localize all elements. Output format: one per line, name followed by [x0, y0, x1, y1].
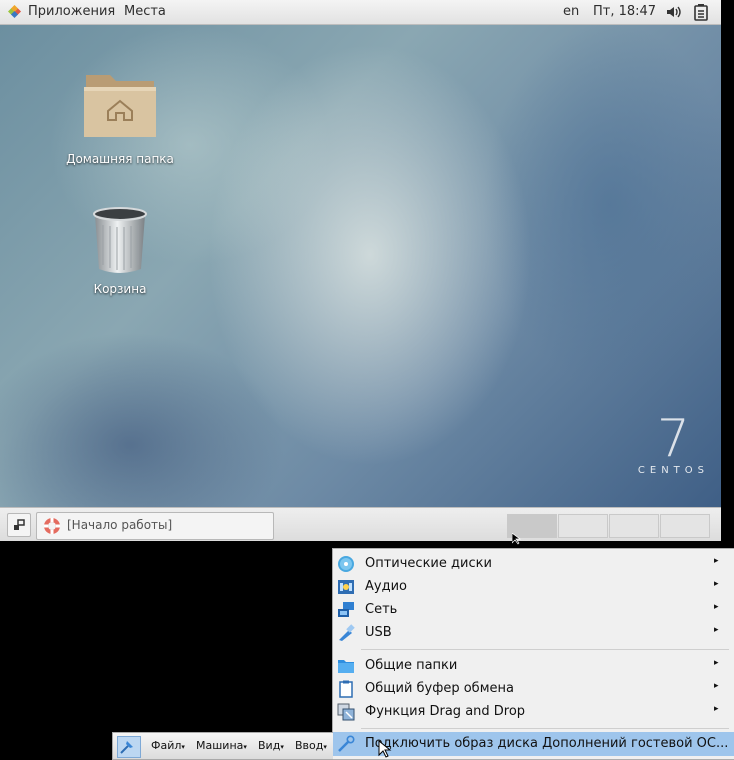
lifebuoy-icon — [44, 518, 60, 534]
desktop-icon-label: Корзина — [93, 282, 147, 296]
submenu-arrow-icon: ▸ — [714, 658, 719, 668]
desktop-icon-home[interactable]: Домашняя папка — [60, 65, 180, 166]
menu-machine[interactable]: Машина▾ — [196, 739, 247, 752]
menu-item-label: Сеть — [365, 602, 398, 617]
workspace-2[interactable] — [558, 514, 608, 538]
menu-item-drag-and-drop[interactable]: Функция Drag and Drop ▸ — [333, 700, 734, 723]
drag-drop-icon — [337, 703, 355, 721]
guest-additions-icon — [338, 735, 355, 752]
menu-item-audio[interactable]: Аудио ▸ — [333, 575, 734, 598]
menu-item-label: USB — [365, 625, 392, 640]
gnome-top-bar: Приложения Места en Пт, 18:47 — [0, 0, 721, 25]
workspace-4[interactable] — [660, 514, 710, 538]
optical-disc-icon — [338, 556, 354, 572]
menu-item-shared-clipboard[interactable]: Общий буфер обмена ▸ — [333, 677, 734, 700]
home-folder-icon — [84, 75, 156, 137]
menu-item-label: Общие папки — [365, 658, 458, 673]
window-list-item[interactable]: [Начало работы] — [36, 512, 274, 540]
centos-version-number: 7 — [656, 409, 690, 469]
menu-item-optical-drives[interactable]: Оптические диски ▸ — [333, 552, 734, 575]
centos-branding: 7 CENTOS — [638, 413, 709, 476]
menu-item-label: Функция Drag and Drop — [365, 704, 526, 719]
guest-screen: Приложения Места en Пт, 18:47 Домашняя п… — [0, 0, 721, 541]
cursor-icon — [512, 533, 522, 545]
submenu-arrow-icon: ▸ — [714, 579, 719, 589]
applications-menu[interactable]: Приложения — [28, 4, 115, 19]
show-desktop-button[interactable] — [7, 513, 31, 537]
menu-item-label: Подключить образ диска Дополнений гостев… — [365, 736, 729, 751]
menu-file[interactable]: Файл▾ — [151, 739, 185, 752]
trash-icon — [93, 207, 147, 273]
places-menu[interactable]: Места — [124, 4, 166, 19]
window-list-label: [Начало работы] — [67, 518, 173, 532]
menu-item-network[interactable]: Сеть ▸ — [333, 598, 734, 621]
gnome-bottom-bar: [Начало работы] — [0, 507, 721, 541]
menu-separator — [361, 649, 729, 650]
menu-item-usb[interactable]: USB ▸ — [333, 621, 734, 644]
centos-word: CENTOS — [637, 465, 709, 476]
pin-icon — [120, 741, 133, 754]
menu-item-shared-folders[interactable]: Общие папки ▸ — [333, 654, 734, 677]
devices-menu: Оптические диски ▸ Аудио ▸ Сеть ▸ USB ▸ … — [332, 548, 734, 760]
cursor-icon — [378, 740, 392, 758]
submenu-arrow-icon: ▸ — [714, 704, 719, 714]
usb-icon — [339, 624, 355, 641]
pin-button[interactable] — [117, 736, 141, 758]
menu-item-label: Общий буфер обмена — [365, 681, 514, 696]
speaker-icon[interactable] — [666, 5, 682, 23]
submenu-arrow-icon: ▸ — [714, 625, 719, 635]
desktop: Домашняя папка Корзина 7 CENTOS — [0, 25, 721, 507]
menu-item-label: Аудио — [365, 579, 407, 594]
show-desktop-icon — [14, 519, 25, 530]
menu-separator — [361, 728, 729, 729]
clipboard-icon — [339, 680, 353, 698]
submenu-arrow-icon: ▸ — [714, 556, 719, 566]
applications-icon[interactable] — [7, 4, 22, 23]
clock[interactable]: Пт, 18:47 — [593, 4, 656, 19]
menu-item-label: Оптические диски — [365, 556, 492, 571]
submenu-arrow-icon: ▸ — [714, 681, 719, 691]
shared-folder-icon — [338, 660, 354, 673]
menu-view[interactable]: Вид▾ — [258, 739, 284, 752]
network-icon — [338, 602, 354, 617]
desktop-icon-label: Домашняя папка — [66, 152, 174, 166]
vbox-mini-toolbar: Файл▾ Машина▾ Вид▾ Ввод▾ — [112, 732, 333, 760]
battery-icon[interactable] — [693, 3, 709, 25]
menu-item-insert-guest-additions[interactable]: Подключить образ диска Дополнений гостев… — [333, 732, 734, 756]
menu-input[interactable]: Ввод▾ — [295, 739, 327, 752]
audio-icon — [338, 580, 354, 594]
submenu-arrow-icon: ▸ — [714, 602, 719, 612]
workspace-3[interactable] — [609, 514, 659, 538]
input-language-indicator[interactable]: en — [563, 4, 579, 19]
desktop-icon-trash[interactable]: Корзина — [60, 205, 180, 296]
